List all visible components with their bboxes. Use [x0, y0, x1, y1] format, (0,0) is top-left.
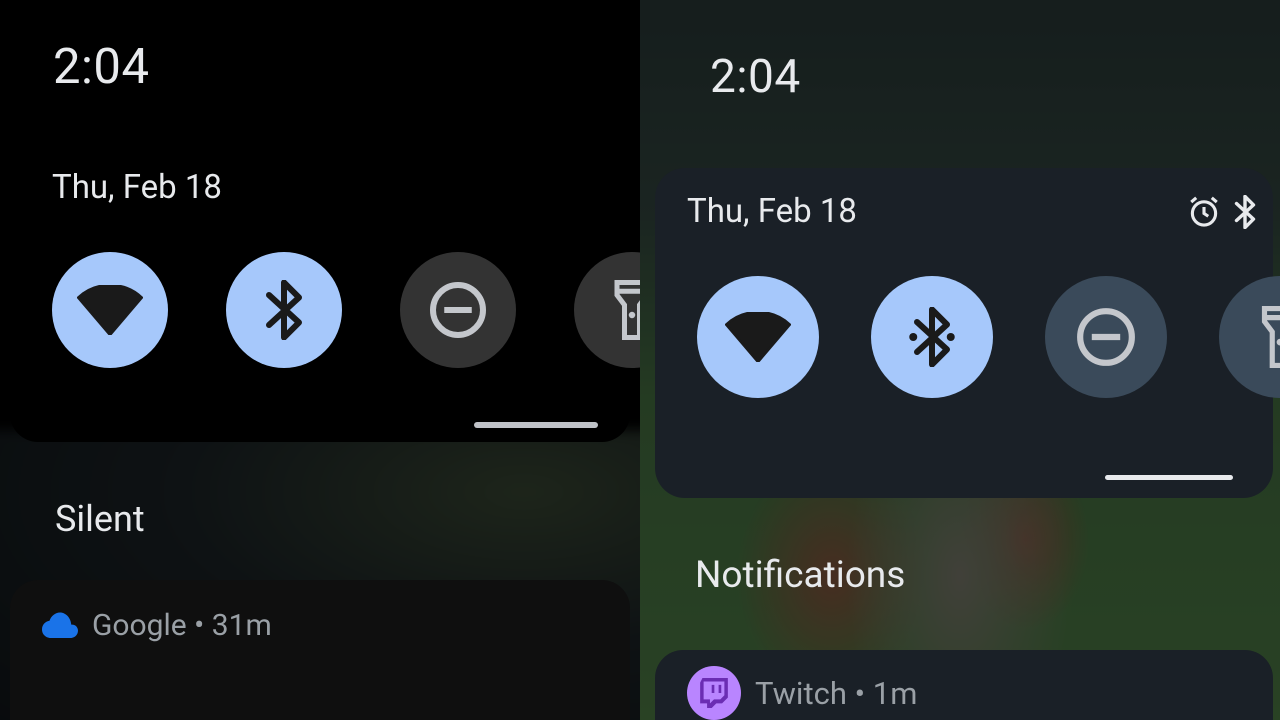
clock-right: 2:04 — [710, 50, 801, 104]
panel-right: 2:04 Thu, Feb 18 — [640, 0, 1280, 720]
wifi-tile[interactable] — [697, 276, 819, 398]
dnd-icon — [1075, 306, 1137, 368]
notif-app-label-right: Twitch • 1m — [755, 675, 917, 712]
section-silent: Silent — [55, 498, 145, 540]
dnd-tile[interactable] — [400, 252, 516, 368]
flashlight-icon — [614, 280, 640, 340]
flashlight-icon — [1261, 306, 1280, 368]
alarm-icon — [1187, 195, 1221, 229]
page-indicator-left[interactable] — [474, 422, 598, 428]
section-notifications: Notifications — [695, 554, 905, 597]
wifi-icon — [725, 312, 791, 362]
bluetooth-status-icon — [1233, 195, 1257, 229]
notification-card-right[interactable]: Twitch • 1m — [655, 650, 1273, 720]
quick-settings-panel-left: Thu, Feb 18 — [10, 150, 630, 442]
notif-app-label-left: Google • 31m — [92, 608, 272, 643]
flashlight-tile[interactable] — [1219, 276, 1280, 398]
date-left: Thu, Feb 18 — [52, 168, 222, 207]
bluetooth-connected-icon — [902, 307, 962, 367]
page-indicator-right[interactable] — [1105, 475, 1233, 480]
bluetooth-tile[interactable] — [226, 252, 342, 368]
wifi-tile[interactable] — [52, 252, 168, 368]
clock-left: 2:04 — [53, 38, 149, 95]
dnd-icon — [428, 280, 488, 340]
panel-left: 2:04 Thu, Feb 18 Silent — [0, 0, 640, 720]
flashlight-tile[interactable] — [574, 252, 640, 368]
quick-settings-panel-right: Thu, Feb 18 — [655, 168, 1273, 498]
date-right: Thu, Feb 18 — [687, 192, 857, 231]
wifi-icon — [77, 285, 143, 335]
tiles-row-right — [697, 276, 1261, 398]
bluetooth-tile[interactable] — [871, 276, 993, 398]
bluetooth-icon — [263, 280, 305, 340]
dnd-tile[interactable] — [1045, 276, 1167, 398]
tiles-row-left — [52, 252, 610, 368]
twitch-icon — [687, 666, 741, 720]
notification-card-left[interactable]: Google • 31m — [10, 580, 630, 720]
cloud-icon — [42, 612, 78, 640]
